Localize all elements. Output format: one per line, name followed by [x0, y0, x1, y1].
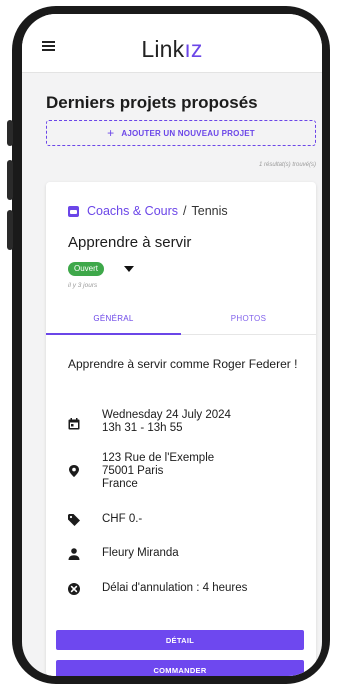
tab-bar: GÉNÉRAL PHOTOS	[46, 302, 316, 335]
person-row: Fleury Miranda	[68, 547, 298, 561]
cancel-circle-icon	[68, 583, 80, 595]
date-text: Wednesday 24 July 2024	[102, 409, 231, 421]
app-header: Linkız	[22, 14, 322, 73]
logo-text: Link	[141, 36, 185, 62]
category-link[interactable]: Coachs & Cours	[87, 204, 178, 218]
address-street: 123 Rue de l'Exemple	[102, 452, 215, 464]
time-text: 13h 31 - 13h 55	[102, 422, 183, 434]
breadcrumb: Coachs & Cours / Tennis	[68, 204, 228, 218]
project-description: Apprendre à servir comme Roger Federer !	[68, 357, 298, 371]
phone-side-button	[7, 120, 13, 146]
active-tab-indicator	[46, 333, 181, 335]
tab-photos[interactable]: PHOTOS	[181, 314, 316, 323]
status-badge[interactable]: Ouvert	[68, 262, 105, 276]
person-icon	[68, 548, 80, 560]
calendar-icon	[68, 418, 80, 430]
breadcrumb-separator: /	[183, 204, 187, 218]
add-project-button[interactable]: + AJOUTER UN NOUVEAU PROJET	[46, 120, 316, 146]
date-row: Wednesday 24 July 2024 13h 31 - 13h 55	[68, 409, 298, 439]
result-count: 1 résultat(s) trouvé(s)	[258, 162, 316, 168]
address-city: 75001 Paris	[102, 465, 164, 477]
posted-time: il y 3 jours	[68, 282, 98, 289]
add-project-label: AJOUTER UN NOUVEAU PROJET	[121, 128, 255, 138]
phone-side-button	[7, 210, 13, 250]
price-row: CHF 0.-	[68, 513, 298, 527]
location-pin-icon	[69, 465, 79, 477]
phone-screen: Linkız Derniers projets proposés + AJOUT…	[22, 14, 322, 676]
project-card: Coachs & Cours / Tennis Apprendre à serv…	[46, 182, 316, 676]
address-country: France	[102, 478, 138, 490]
subcategory-label: Tennis	[191, 204, 228, 218]
plus-icon: +	[107, 126, 115, 140]
page-title: Derniers projets proposés	[46, 93, 258, 112]
app-logo[interactable]: Linkız	[22, 36, 322, 63]
cancellation-row: Délai d'annulation : 4 heures	[68, 582, 298, 596]
price-text: CHF 0.-	[102, 513, 143, 525]
order-button[interactable]: COMMANDER	[56, 660, 304, 676]
price-tag-icon	[68, 514, 80, 526]
cancellation-text: Délai d'annulation : 4 heures	[102, 582, 248, 594]
phone-side-button	[7, 160, 13, 200]
tab-general[interactable]: GÉNÉRAL	[46, 314, 181, 323]
detail-button[interactable]: DÉTAIL	[56, 630, 304, 650]
category-calendar-icon	[68, 205, 79, 217]
person-name: Fleury Miranda	[102, 547, 179, 559]
address-row: 123 Rue de l'Exemple 75001 Paris France	[68, 452, 298, 494]
project-title: Apprendre à servir	[68, 234, 192, 251]
caret-down-icon[interactable]	[124, 266, 134, 272]
logo-accent: ız	[184, 36, 203, 62]
